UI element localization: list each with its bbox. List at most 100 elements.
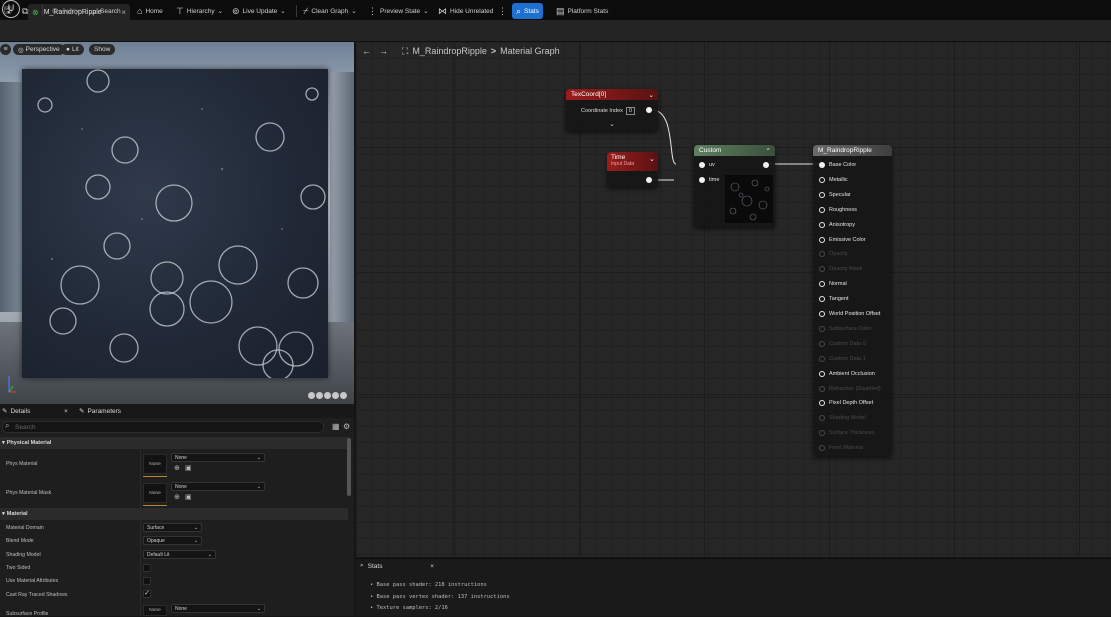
output-pin-row[interactable]: Custom Data 0 bbox=[819, 340, 866, 347]
hierarchy-button[interactable]: ⊤ Hierarchy ⌄ bbox=[176, 3, 223, 19]
material-domain-dropdown[interactable]: Surface ⌄ bbox=[143, 523, 202, 532]
input-pin[interactable] bbox=[819, 266, 825, 273]
stats-button[interactable]: ⌕ Stats bbox=[512, 3, 543, 19]
input-pin[interactable] bbox=[819, 176, 825, 183]
clean-graph-button[interactable]: ⌿ Clean Graph ⌄ bbox=[303, 3, 357, 19]
teapot-icon[interactable] bbox=[340, 392, 347, 399]
input-pin[interactable] bbox=[819, 251, 825, 258]
time-node-header[interactable]: Time Input Data ⌄ bbox=[607, 152, 658, 171]
tab-parameters[interactable]: ✎ Parameters bbox=[79, 404, 121, 418]
input-pin[interactable] bbox=[819, 281, 825, 288]
use-selected-icon[interactable]: ⊕ bbox=[174, 493, 180, 501]
collapse-icon[interactable]: ⌃ bbox=[766, 147, 771, 155]
section-physical-material[interactable]: ▾ Physical Material bbox=[0, 437, 348, 449]
plane-icon[interactable] bbox=[324, 392, 331, 399]
more-options-icon[interactable]: ⋮ bbox=[498, 3, 507, 19]
phys-material-dropdown[interactable]: None ⌄ bbox=[171, 453, 265, 462]
input-pin[interactable] bbox=[819, 206, 825, 213]
close-icon[interactable]: × bbox=[430, 563, 434, 570]
perspective-button[interactable]: ◎ Perspective bbox=[13, 44, 65, 55]
phys-material-thumbnail[interactable]: None bbox=[143, 454, 167, 474]
close-icon[interactable]: × bbox=[64, 408, 68, 415]
input-pin[interactable] bbox=[819, 370, 825, 377]
output-pin-row[interactable]: World Position Offset bbox=[819, 311, 880, 317]
input-pin[interactable] bbox=[819, 385, 825, 392]
close-tab-icon[interactable]: × bbox=[121, 8, 126, 17]
input-pin[interactable] bbox=[819, 430, 825, 437]
use-material-attributes-checkbox[interactable] bbox=[143, 577, 151, 585]
tab-details-close[interactable]: × bbox=[64, 404, 68, 418]
apply-button[interactable]: ⟳ Apply bbox=[52, 3, 79, 19]
input-pin[interactable] bbox=[819, 400, 825, 407]
coordinate-index-input[interactable]: 0 bbox=[625, 107, 635, 115]
preview-state-button[interactable]: ⋮ Preview State ⌄ bbox=[368, 3, 429, 19]
expand-chevron-icon[interactable]: ⌄ bbox=[609, 120, 615, 128]
lit-button[interactable]: ● Lit bbox=[61, 44, 84, 55]
output-pin-row[interactable]: Tangent bbox=[819, 296, 849, 303]
output-pin-row[interactable]: Subsurface Color bbox=[819, 325, 872, 332]
input-pin[interactable] bbox=[819, 340, 825, 347]
hide-unrelated-button[interactable]: ⋈ Hide Unrelated bbox=[438, 3, 493, 19]
cube-icon[interactable] bbox=[332, 392, 339, 399]
texcoord-output-pin[interactable] bbox=[646, 107, 652, 113]
output-pin-row[interactable]: Anisotropy bbox=[819, 221, 855, 228]
table-view-icon[interactable]: ▦ bbox=[332, 422, 340, 431]
output-pin-row[interactable]: Base Color bbox=[819, 162, 856, 168]
uv-input-pin[interactable] bbox=[699, 162, 705, 168]
input-pin[interactable] bbox=[819, 162, 825, 168]
details-scrollbar[interactable] bbox=[347, 438, 351, 496]
time-input-pin[interactable] bbox=[699, 177, 705, 183]
section-material[interactable]: ▾ Material bbox=[0, 508, 348, 520]
save-button[interactable]: 🖫 bbox=[4, 3, 12, 19]
preview-shape-buttons[interactable] bbox=[308, 392, 347, 400]
output-pin-row[interactable]: Opacity Mask bbox=[819, 266, 862, 273]
cylinder-icon[interactable] bbox=[308, 392, 315, 399]
output-pin-row[interactable]: Custom Data 1 bbox=[819, 355, 866, 362]
output-pin-row[interactable]: Ambient Occlusion bbox=[819, 370, 875, 377]
input-pin[interactable] bbox=[819, 236, 825, 243]
texcoord-node-header[interactable]: TexCoord[0] ⌄ bbox=[566, 89, 658, 100]
time-output-pin[interactable] bbox=[646, 177, 652, 183]
tab-details[interactable]: ✎ Details bbox=[2, 404, 30, 418]
search-button[interactable]: ⌕ Search bbox=[92, 3, 121, 19]
output-pin-row[interactable]: Refraction (Disabled) bbox=[819, 385, 881, 392]
subsurface-profile-thumbnail[interactable]: None bbox=[143, 605, 167, 616]
phys-material-mask-thumbnail[interactable]: None bbox=[143, 483, 167, 503]
custom-node[interactable]: Custom ⌃ uv time bbox=[694, 145, 775, 227]
input-pin[interactable] bbox=[819, 355, 825, 362]
browse-asset-icon[interactable]: ▣ bbox=[185, 464, 192, 472]
texcoord-node[interactable]: TexCoord[0] ⌄ Coordinate Index 0 ⌄ bbox=[566, 89, 658, 131]
custom-input-time[interactable]: time bbox=[699, 177, 719, 183]
material-output-node[interactable]: M_RaindropRipple Base Color Metallic Specu… bbox=[813, 145, 892, 456]
chevron-down-icon[interactable]: ⌄ bbox=[649, 91, 654, 99]
output-pin-row[interactable]: Surface Thickness bbox=[819, 430, 874, 437]
output-pin-row[interactable]: Front Material bbox=[819, 445, 863, 452]
tab-stats[interactable]: ⌕ Stats × bbox=[356, 559, 434, 573]
output-pin-row[interactable]: Metallic bbox=[819, 176, 848, 183]
gear-icon[interactable]: ⚙ bbox=[343, 422, 350, 431]
output-pin-row[interactable]: Pixel Depth Offset bbox=[819, 400, 873, 407]
show-button[interactable]: Show bbox=[89, 44, 116, 55]
cast-ray-traced-shadows-checkbox[interactable]: ✓ bbox=[143, 590, 151, 598]
two-sided-checkbox[interactable] bbox=[143, 564, 151, 572]
output-pin-row[interactable]: Shading Model bbox=[819, 415, 866, 422]
browse-button[interactable]: ⧉ bbox=[22, 3, 28, 19]
use-selected-icon[interactable]: ⊕ bbox=[174, 464, 180, 472]
output-node-header[interactable]: M_RaindropRipple bbox=[813, 145, 892, 156]
custom-output-pin[interactable] bbox=[763, 162, 769, 168]
phys-material-mask-dropdown[interactable]: None ⌄ bbox=[171, 482, 265, 491]
output-pin-row[interactable]: Normal bbox=[819, 281, 847, 288]
custom-input-uv[interactable]: uv bbox=[699, 162, 715, 168]
viewport-menu-icon[interactable]: ≡ bbox=[0, 44, 11, 55]
browse-asset-icon[interactable]: ▣ bbox=[185, 493, 192, 501]
input-pin[interactable] bbox=[819, 311, 825, 317]
details-search-input[interactable]: ⌕ Search bbox=[2, 421, 324, 433]
live-update-button[interactable]: ⊚ Live Update ⌄ bbox=[232, 3, 286, 19]
subsurface-profile-dropdown[interactable]: None ⌄ bbox=[171, 604, 265, 613]
custom-node-header[interactable]: Custom ⌃ bbox=[694, 145, 775, 156]
input-pin[interactable] bbox=[819, 325, 825, 332]
home-button[interactable]: ⌂ Home bbox=[137, 3, 163, 19]
time-node[interactable]: Time Input Data ⌄ bbox=[607, 152, 658, 187]
blend-mode-dropdown[interactable]: Opaque ⌄ bbox=[143, 536, 202, 545]
platform-stats-button[interactable]: ▤ Platform Stats bbox=[556, 3, 608, 19]
